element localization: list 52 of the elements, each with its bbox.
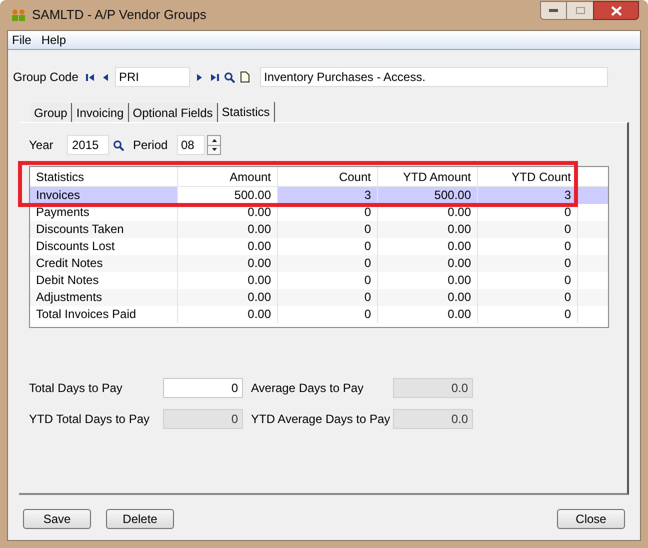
column-header[interactable]: Count: [278, 167, 378, 186]
description-field[interactable]: Inventory Purchases - Access.: [260, 67, 608, 87]
column-header[interactable]: YTD Amount: [378, 167, 478, 186]
app-icon: [11, 8, 27, 22]
search-icon[interactable]: [224, 72, 235, 82]
days-field: 0: [163, 409, 243, 429]
group-code-label: Group Code: [13, 69, 80, 86]
last-record-icon[interactable]: [210, 72, 219, 82]
field-label: YTD Average Days to Pay: [250, 411, 392, 428]
field-label: Total Days to Pay: [29, 380, 124, 397]
table-cell: 3: [278, 187, 378, 204]
dialog-button[interactable]: Delete: [106, 509, 174, 529]
table-cell: 0: [278, 306, 378, 323]
period-spinner[interactable]: [207, 135, 221, 155]
menu-item[interactable]: File: [12, 31, 32, 49]
days-field: 0.0: [393, 409, 473, 429]
column-header[interactable]: Amount: [178, 167, 278, 186]
table-cell: Total Invoices Paid: [30, 306, 178, 323]
table-cell: 500.00: [378, 187, 478, 204]
table-cell: 0: [478, 306, 578, 323]
table-cell: 0.00: [378, 306, 478, 323]
column-header[interactable]: YTD Count: [478, 167, 578, 186]
first-record-icon[interactable]: [86, 72, 95, 82]
close-icon[interactable]: [593, 1, 639, 20]
table-cell: 3: [478, 187, 578, 204]
field-label: Average Days to Pay: [250, 380, 365, 397]
column-header[interactable]: Statistics: [30, 167, 178, 186]
tab[interactable]: Group: [30, 103, 72, 122]
days-field[interactable]: 0: [163, 378, 243, 398]
group-code-field[interactable]: PRI: [115, 67, 190, 87]
search-icon[interactable]: [113, 140, 124, 150]
year-label: Year: [29, 137, 54, 154]
menu-item[interactable]: Help: [41, 31, 66, 49]
field-label: YTD Total Days to Pay: [29, 411, 150, 428]
table-cell: 0.00: [178, 306, 278, 323]
tab[interactable]: Optional Fields: [128, 103, 218, 122]
table-row[interactable]: Discounts Taken 0.00 0 0.00 0: [30, 221, 608, 238]
dialog-button[interactable]: Save: [23, 509, 91, 529]
period-label: Period: [133, 137, 169, 154]
maximize-button[interactable]: [567, 1, 593, 20]
table-cell: 500.00: [178, 187, 278, 204]
days-field: 0.0: [393, 378, 473, 398]
tab[interactable]: Invoicing: [72, 103, 129, 122]
window-title: SAMLTD - A/P Vendor Groups: [32, 6, 206, 24]
table-row[interactable]: Credit Notes 0.00 0 0.00 0: [30, 255, 608, 272]
year-field[interactable]: 2015: [67, 135, 109, 155]
dialog-button[interactable]: Close: [557, 509, 625, 529]
minimize-button[interactable]: [540, 1, 567, 20]
new-document-icon[interactable]: [240, 71, 250, 83]
period-field[interactable]: 08: [177, 135, 205, 155]
table-row[interactable]: Adjustments 0.00 0 0.00 0: [30, 289, 608, 306]
table-row[interactable]: Invoices 500.00 3 500.00 3: [30, 187, 608, 204]
